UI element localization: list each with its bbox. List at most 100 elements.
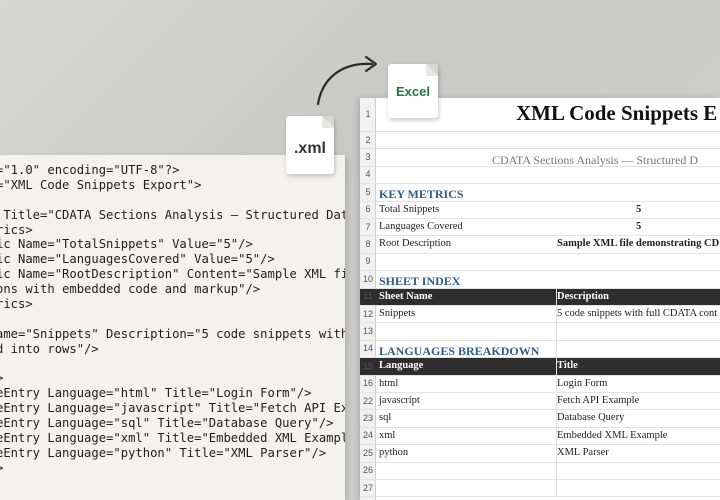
metric-label: Root Description <box>379 238 452 250</box>
code-line: eEntry Language="javascript" Title="Fetc… <box>0 401 345 416</box>
code-line: d into rows"/> <box>0 341 99 356</box>
table-cell: xml <box>379 429 396 441</box>
sheet-row: 5 KEY METRICS <box>360 184 720 202</box>
sheet-row: 11 Sheet Name Description <box>360 288 720 306</box>
sheet-row: 12 Snippets 5 code snippets with full CDAT… <box>360 306 720 324</box>
code-line: ic Name="LanguagesCovered" Value="5"/> <box>0 252 275 267</box>
table-cell: html <box>379 377 399 389</box>
excel-file-icon: Excel <box>388 64 438 118</box>
row-number: 7 <box>365 221 371 232</box>
row-number: 22 <box>362 395 373 406</box>
column-header: Sheet Name <box>379 290 433 302</box>
table-cell: XML Parser <box>557 447 609 459</box>
table-cell: Embedded XML Example <box>557 429 668 441</box>
table-cell: python <box>379 447 409 459</box>
row-number: 13 <box>362 326 373 337</box>
row-number: 1 <box>365 109 371 119</box>
sheet-row: 22 javascript Fetch API Example <box>360 393 720 411</box>
sheet-row: 8 Root Description Sample XML file demonst… <box>360 236 720 254</box>
code-line: > <box>0 461 345 476</box>
column-divider <box>556 462 557 479</box>
code-line: eEntry Language="xml" Title="Embedded XM… <box>0 431 345 446</box>
sheet-row: 3 CDATA Sections Analysis — Structured D <box>360 149 720 167</box>
key-metrics-heading: KEY METRICS <box>379 187 464 202</box>
table-cell: Database Query <box>557 412 625 424</box>
sheet-row: 9 <box>360 254 720 272</box>
sheet-row: 7 Languages Covered 5 <box>360 219 720 237</box>
sheet-row: 15 Language Title <box>360 358 720 376</box>
code-line: eEntry Language="sql" Title="Database Qu… <box>0 416 334 431</box>
table-cell: 5 code snippets with full CDATA cont <box>557 308 718 319</box>
row-number: 4 <box>365 169 371 180</box>
column-header: Description <box>557 290 609 302</box>
xml-code-panel: ="1.0" encoding="UTF-8"?> ="XML Code Snip… <box>0 155 345 500</box>
code-line: ic Name="RootDescription" Content="Sampl… <box>0 267 345 282</box>
code-line: eEntry Language="python" Title="XML Pars… <box>0 445 327 460</box>
column-divider <box>556 323 557 340</box>
row-number: 11 <box>363 291 373 302</box>
row-number: 6 <box>365 204 371 215</box>
xml-code-text: ="1.0" encoding="UTF-8"?> ="XML Code Snip… <box>0 163 345 476</box>
row-number: 9 <box>365 256 371 267</box>
sheet-row: 13 <box>360 323 720 341</box>
column-header: Language <box>379 360 424 372</box>
code-line: ons with embedded code and markup"/> <box>0 282 261 297</box>
xml-file-label: .xml <box>293 140 326 157</box>
excel-file-label: Excel <box>396 84 430 99</box>
row-number: 24 <box>362 430 373 441</box>
code-line: Title="CDATA Sections Analysis — Structu… <box>3 207 345 222</box>
metric-label: Total Snippets <box>379 203 440 215</box>
sheet-row: 16 html Login Form <box>360 375 720 393</box>
column-divider <box>556 480 557 497</box>
sheet-row: 2 <box>360 132 720 150</box>
code-line: eEntry Language="html" Title="Login Form… <box>0 386 312 401</box>
row-number: 14 <box>362 343 373 354</box>
metric-label: Languages Covered <box>379 221 463 232</box>
sheet-row: 27 <box>360 480 720 498</box>
code-line: ic Name="TotalSnippets" Value="5"/> <box>0 237 253 252</box>
table-cell: sql <box>379 412 392 424</box>
code-line: ame="Snippets" Description="5 code snipp… <box>0 326 345 341</box>
row-number: 5 <box>365 186 371 197</box>
row-number: 10 <box>362 273 373 284</box>
metric-value: 5 <box>636 203 642 215</box>
sheet-row: 14 LANGUAGES BREAKDOWN <box>360 340 720 359</box>
row-number: 15 <box>362 360 373 371</box>
table-cell: Fetch API Example <box>557 395 640 406</box>
sheet-title: XML Code Snippets E <box>516 101 718 125</box>
code-line: rics> <box>0 297 33 312</box>
sheet-row: 10 SHEET INDEX <box>360 271 720 289</box>
sheet-row: 6 Total Snippets 5 <box>360 202 720 219</box>
sheet-row: 4 <box>360 167 720 185</box>
excel-spreadsheet: 1 XML Code Snippets E 2 3 CDATA Sections Ana… <box>360 98 720 500</box>
row-number: 27 <box>362 482 373 493</box>
code-line: rics> <box>0 222 33 237</box>
metric-value: 5 <box>636 221 642 232</box>
table-cell: Snippets <box>379 308 416 319</box>
table-cell: javascript <box>379 395 420 406</box>
sheet-index-heading: SHEET INDEX <box>379 274 461 289</box>
row-number: 23 <box>362 413 373 424</box>
column-header: Title <box>557 360 578 372</box>
sheet-row: 26 <box>360 462 720 480</box>
languages-heading: LANGUAGES BREAKDOWN <box>379 343 540 358</box>
column-divider <box>556 340 557 358</box>
metric-value: Sample XML file demonstrating CD <box>557 238 720 250</box>
row-number: 3 <box>365 152 371 163</box>
row-number: 26 <box>362 465 373 476</box>
row-number: 16 <box>362 378 373 389</box>
sheet-row: 24 xml Embedded XML Example <box>360 427 720 446</box>
row-number: 2 <box>365 134 371 145</box>
row-number: 25 <box>362 447 373 458</box>
code-line: > <box>0 371 345 386</box>
row-number: 12 <box>362 308 373 319</box>
sheet-row: 23 sql Database Query <box>360 410 720 428</box>
xml-file-icon: .xml <box>286 116 334 174</box>
table-cell: Login Form <box>557 377 608 389</box>
sheet-row: 25 python XML Parser <box>360 445 720 463</box>
row-number: 8 <box>365 239 371 250</box>
code-line: ="XML Code Snippets Export"> <box>0 177 202 192</box>
